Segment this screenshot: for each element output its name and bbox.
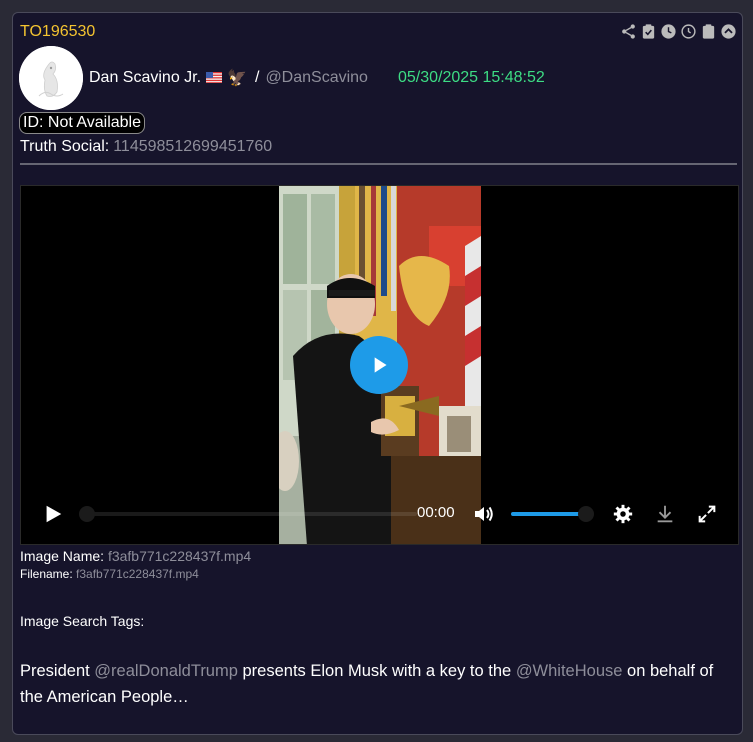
play-overlay-button[interactable] <box>350 336 408 394</box>
filename-value: f3afb771c228437f.mp4 <box>76 567 199 581</box>
image-name-label: Image Name: <box>20 548 105 564</box>
author-name[interactable]: Dan Scavino Jr. <box>89 69 201 87</box>
volume-icon[interactable] <box>471 502 497 526</box>
clipboard-icon[interactable] <box>699 22 717 40</box>
eagle-icon: 🦅 <box>227 70 247 87</box>
post-timestamp: 05/30/2025 15:48:52 <box>397 69 545 86</box>
download-icon[interactable] <box>653 502 677 526</box>
image-search-tags-label: Image Search Tags: <box>20 613 145 629</box>
truth-social-label: Truth Social: <box>20 138 110 155</box>
mention-link[interactable]: @WhiteHouse <box>516 662 623 680</box>
post-text: President @realDonaldTrump presents Elon… <box>20 658 735 710</box>
separator-slash: / <box>254 69 260 86</box>
id-badge: ID: Not Available <box>19 112 145 134</box>
clipboard-check-icon[interactable] <box>639 22 657 40</box>
share-icon[interactable] <box>619 22 637 40</box>
volume-handle[interactable] <box>578 506 594 522</box>
post-text-part: President <box>20 662 95 680</box>
settings-icon[interactable] <box>611 502 635 526</box>
author-line: Dan Scavino Jr. 🦅 / @DanScavino 05/30/20… <box>89 68 545 88</box>
mention-link[interactable]: @realDonaldTrump <box>94 662 238 680</box>
clock-filled-icon[interactable] <box>659 22 677 40</box>
truth-social-id[interactable]: 114598512699451760 <box>113 138 272 155</box>
us-flag-icon <box>206 69 223 87</box>
video-player[interactable]: 00:00 <box>20 185 739 545</box>
seek-handle[interactable] <box>79 506 95 522</box>
clock-outline-icon[interactable] <box>679 22 697 40</box>
seek-bar[interactable] <box>87 512 417 516</box>
truth-social-line: Truth Social: 114598512699451760 <box>20 138 272 156</box>
post-text-part: presents Elon Musk with a key to the <box>237 662 516 680</box>
divider <box>20 163 737 165</box>
author-handle[interactable]: @DanScavino <box>265 69 368 87</box>
image-name-line: Image Name: f3afb771c228437f.mp4 <box>20 548 251 564</box>
play-icon[interactable] <box>41 502 65 526</box>
chevron-up-icon[interactable] <box>719 22 737 40</box>
video-controls: 00:00 <box>21 496 738 532</box>
avatar[interactable] <box>19 46 83 110</box>
post-card: TO196530 Dan Scavino Jr. 🦅 / @DanScavino… <box>12 12 743 735</box>
image-name-value: f3afb771c228437f.mp4 <box>107 548 252 564</box>
fullscreen-icon[interactable] <box>695 502 719 526</box>
post-id: TO196530 <box>20 23 96 40</box>
toolbar <box>619 22 737 40</box>
filename-line: Filename: f3afb771c228437f.mp4 <box>20 567 199 581</box>
filename-label: Filename: <box>20 567 73 581</box>
time-display: 00:00 <box>417 504 455 521</box>
